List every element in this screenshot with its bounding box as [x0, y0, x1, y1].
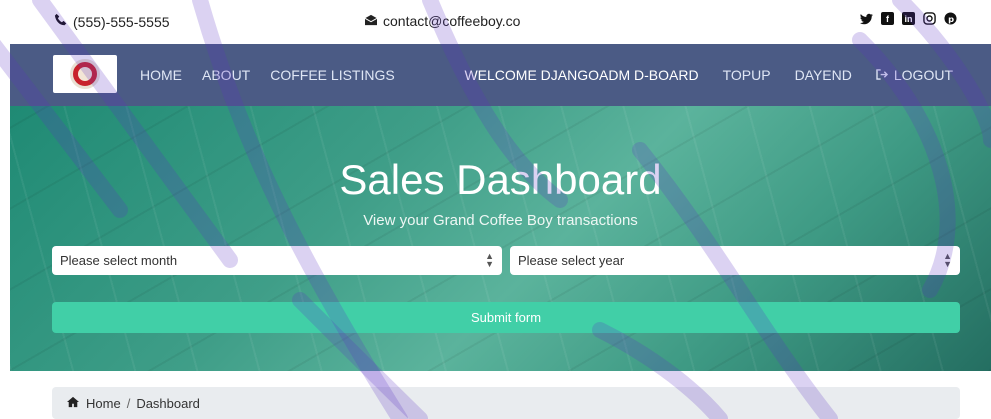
nav-logout[interactable]: LOGOUT — [876, 67, 953, 83]
dashboard-hero: Sales Dashboard View your Grand Coffee B… — [10, 106, 991, 371]
sign-out-icon — [876, 67, 889, 83]
page-subtitle: View your Grand Coffee Boy transactions — [363, 212, 638, 229]
brand-logo[interactable] — [53, 55, 117, 93]
breadcrumb-home[interactable]: Home — [86, 396, 121, 411]
select-caret-icon: ▲ ▼ — [485, 251, 494, 269]
twitter-icon[interactable] — [860, 12, 873, 25]
phone-contact[interactable]: (555)-555-5555 — [54, 13, 170, 30]
breadcrumb-current: Dashboard — [136, 395, 200, 411]
nav-home[interactable]: HOME — [140, 67, 182, 83]
breadcrumb-separator: / — [126, 395, 131, 411]
year-select-placeholder: Please select year — [518, 253, 625, 268]
logout-label: LOGOUT — [893, 67, 953, 83]
year-select[interactable]: Please select year ▲ ▼ — [510, 246, 960, 275]
nav-left-links: HOME ABOUT COFFEE LISTINGS — [140, 67, 395, 83]
facebook-icon[interactable]: f — [881, 12, 894, 25]
linkedin-icon[interactable]: in — [902, 12, 915, 25]
social-links: f in p — [860, 12, 957, 25]
svg-text:p: p — [948, 14, 954, 24]
select-caret-icon: ▲ ▼ — [943, 251, 952, 269]
nav-topup[interactable]: TOPUP — [723, 67, 771, 83]
nav-dayend[interactable]: DAYEND — [795, 67, 852, 83]
month-select[interactable]: Please select month ▲ ▼ — [52, 246, 502, 275]
month-select-placeholder: Please select month — [60, 253, 178, 268]
nav-right-links: WELCOME DJANGOADM D-BOARD TOPUP DAYEND L… — [464, 67, 953, 83]
phone-number: (555)-555-5555 — [73, 13, 170, 30]
nav-about[interactable]: ABOUT — [202, 67, 250, 83]
submit-button[interactable]: Submit form — [52, 302, 960, 333]
nav-welcome-dashboard[interactable]: WELCOME DJANGOADM D-BOARD — [464, 67, 698, 83]
envelope-icon — [364, 13, 378, 29]
email-contact[interactable]: contact@coffeeboy.co — [364, 13, 520, 29]
instagram-icon[interactable] — [923, 12, 936, 25]
top-contact-bar: (555)-555-5555 contact@coffeeboy.co f in… — [0, 0, 991, 44]
coffee-boy-badge-icon — [70, 59, 100, 89]
main-navbar: HOME ABOUT COFFEE LISTINGS WELCOME DJANG… — [10, 44, 991, 106]
phone-icon — [54, 13, 68, 30]
nav-coffee-listings[interactable]: COFFEE LISTINGS — [270, 67, 394, 83]
email-address: contact@coffeeboy.co — [383, 13, 521, 29]
pinterest-icon[interactable]: p — [944, 12, 957, 25]
breadcrumb: Home / Dashboard — [52, 387, 960, 419]
page-title: Sales Dashboard — [339, 156, 662, 203]
home-icon — [66, 396, 80, 411]
